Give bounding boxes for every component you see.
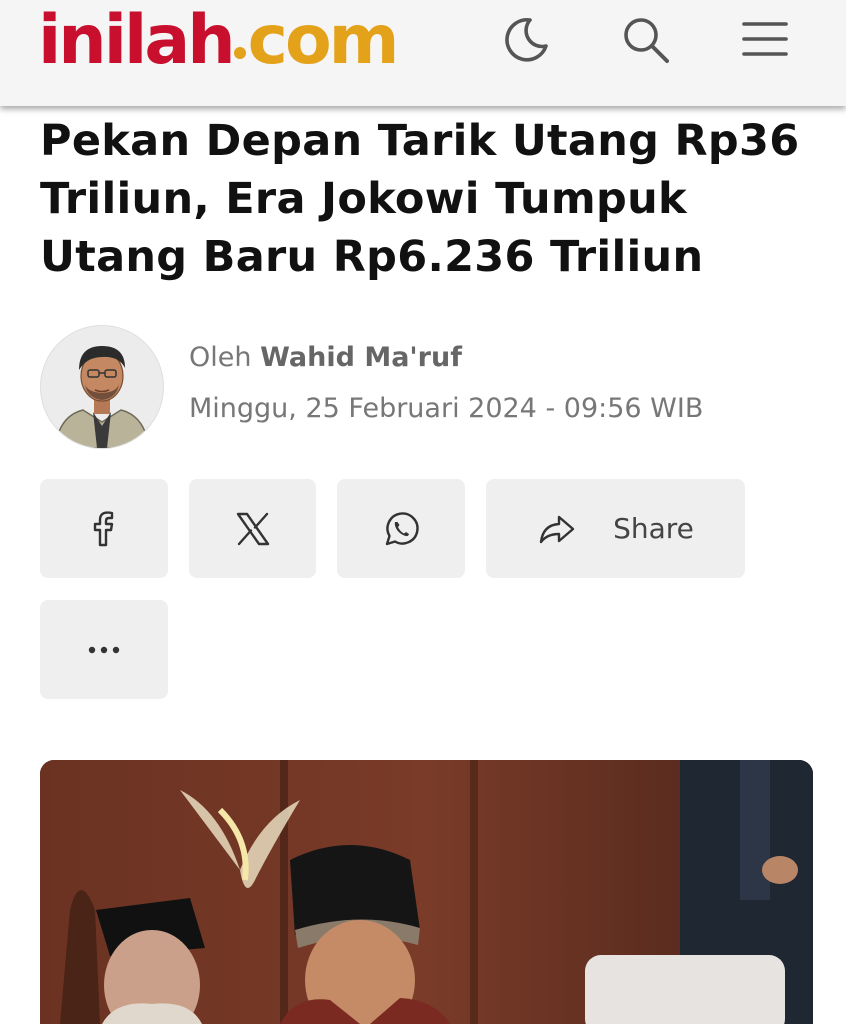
logo-text-suffix: com xyxy=(247,1,400,80)
author-byline: Oleh Wahid Ma'ruf xyxy=(189,342,462,373)
whatsapp-icon xyxy=(385,511,419,545)
article-title: Pekan Depan Tarik Utang Rp36 Triliun, Er… xyxy=(40,116,800,282)
search-icon[interactable] xyxy=(620,14,670,64)
x-icon xyxy=(236,512,269,545)
share-icon xyxy=(539,515,575,543)
logo-dot xyxy=(233,47,246,59)
facebook-icon xyxy=(93,510,114,546)
site-header: inilah com xyxy=(0,0,846,106)
whatsapp-share-button[interactable] xyxy=(337,479,465,578)
menu-icon[interactable] xyxy=(740,14,790,64)
moon-icon[interactable] xyxy=(500,14,550,64)
site-logo[interactable]: inilah com xyxy=(38,0,400,84)
share-label: Share xyxy=(613,512,694,545)
byline-prefix: Oleh xyxy=(189,342,252,373)
article-photo[interactable] xyxy=(40,760,813,1024)
logo-text-main: inilah xyxy=(38,1,236,80)
publish-date: Minggu, 25 Februari 2024 - 09:56 WIB xyxy=(189,393,704,424)
more-icon xyxy=(88,646,120,653)
x-share-button[interactable] xyxy=(189,479,316,578)
author-avatar[interactable] xyxy=(40,325,164,449)
share-button[interactable]: Share xyxy=(486,479,745,578)
facebook-share-button[interactable] xyxy=(40,479,168,578)
more-options-button[interactable] xyxy=(40,600,168,699)
author-name[interactable]: Wahid Ma'ruf xyxy=(260,342,462,373)
